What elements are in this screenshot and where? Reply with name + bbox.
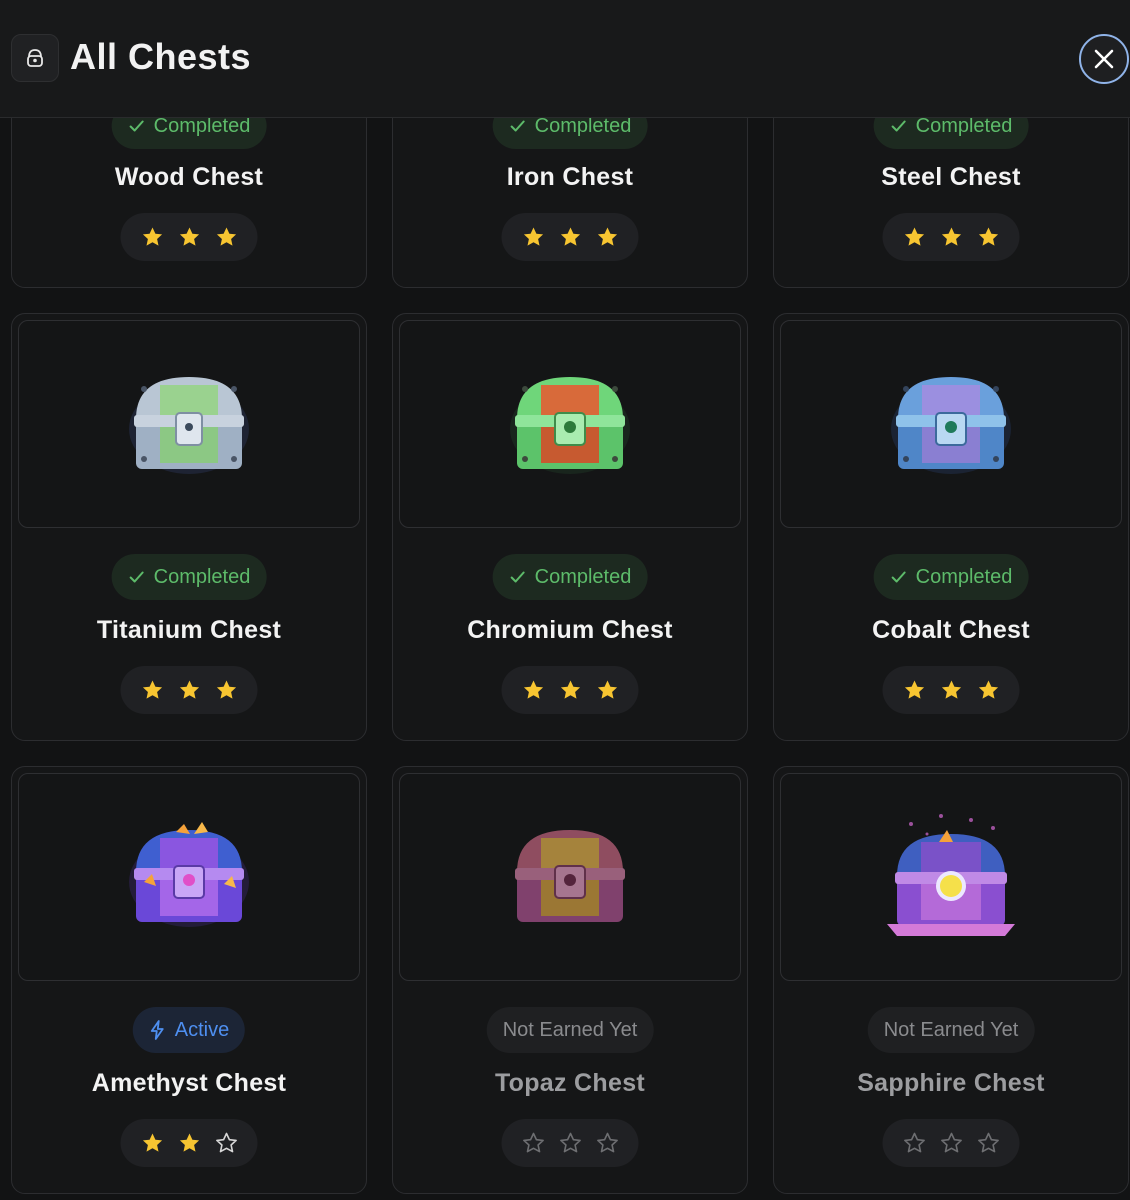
star-filled-icon bbox=[597, 680, 617, 699]
star-filled-icon bbox=[523, 227, 543, 246]
star-empty-icon bbox=[559, 1132, 581, 1153]
chest-card-chromium[interactable]: Completed Chromium Chest bbox=[392, 313, 748, 741]
star-empty-icon bbox=[596, 1132, 618, 1153]
star-rating bbox=[120, 213, 258, 261]
close-button[interactable] bbox=[1079, 34, 1129, 84]
status-label: Completed bbox=[534, 565, 632, 588]
cobalt-chest-icon bbox=[891, 377, 1011, 474]
star-empty-icon bbox=[940, 1132, 962, 1153]
star-filled-icon bbox=[597, 227, 617, 246]
chest-image bbox=[780, 773, 1122, 981]
star-rating bbox=[120, 1119, 258, 1167]
star-filled-icon bbox=[978, 680, 998, 699]
star-filled-icon bbox=[216, 227, 236, 246]
star-filled-icon bbox=[142, 227, 162, 246]
status-badge: Not Earned Yet bbox=[486, 1007, 654, 1053]
status-label: Completed bbox=[153, 565, 251, 588]
star-filled-icon bbox=[142, 680, 162, 699]
chest-image bbox=[399, 320, 741, 528]
chest-card-topaz[interactable]: Not Earned Yet Topaz Chest bbox=[392, 766, 748, 1194]
page-title: All Chests bbox=[70, 36, 252, 77]
status-label: Not Earned Yet bbox=[883, 1018, 1019, 1041]
lightning-icon bbox=[150, 1020, 164, 1040]
star-rating bbox=[882, 213, 1020, 261]
chest-image bbox=[780, 320, 1122, 528]
star-filled-icon bbox=[560, 227, 580, 246]
status-label: Completed bbox=[915, 565, 1013, 588]
star-filled-icon bbox=[904, 680, 924, 699]
status-badge: Completed bbox=[492, 554, 648, 600]
chest-image bbox=[18, 773, 360, 981]
chest-image bbox=[399, 773, 741, 981]
chest-name: Cobalt Chest bbox=[872, 616, 1030, 644]
star-rating bbox=[501, 666, 639, 714]
status-label: Active bbox=[174, 1018, 230, 1041]
star-filled-icon bbox=[560, 680, 580, 699]
chest-name: Amethyst Chest bbox=[91, 1069, 287, 1097]
star-filled-icon bbox=[179, 227, 199, 246]
check-icon bbox=[129, 120, 144, 132]
chest-name: Titanium Chest bbox=[96, 616, 282, 644]
star-empty-icon bbox=[977, 1132, 999, 1153]
chest-card-amethyst[interactable]: Active Amethyst Chest bbox=[11, 766, 367, 1194]
status-label: Not Earned Yet bbox=[502, 1018, 638, 1041]
chest-card-titanium[interactable]: Completed Titanium Chest bbox=[11, 313, 367, 741]
check-icon bbox=[891, 571, 906, 583]
chest-name: Sapphire Chest bbox=[857, 1069, 1045, 1097]
chest-card-sapphire[interactable]: Not Earned Yet Sapphire Chest bbox=[773, 766, 1129, 1194]
close-icon bbox=[1094, 49, 1114, 69]
star-filled-icon bbox=[179, 680, 199, 699]
topaz-chest-icon bbox=[515, 830, 625, 922]
star-rating bbox=[882, 1119, 1020, 1167]
chest-name: Steel Chest bbox=[881, 163, 1021, 191]
star-rating bbox=[120, 666, 258, 714]
chest-name: Wood Chest bbox=[114, 163, 264, 191]
star-filled-icon bbox=[523, 680, 543, 699]
chest-name: Topaz Chest bbox=[494, 1069, 646, 1097]
chest-card-cobalt[interactable]: Completed Cobalt Chest bbox=[773, 313, 1129, 741]
modal-header: All Chests bbox=[0, 0, 1130, 118]
star-empty-icon bbox=[215, 1132, 237, 1153]
sapphire-chest-icon bbox=[887, 814, 1015, 936]
star-filled-icon bbox=[941, 227, 961, 246]
chest-image bbox=[18, 320, 360, 528]
star-filled-icon bbox=[904, 227, 924, 246]
status-badge: Completed bbox=[873, 554, 1029, 600]
check-icon bbox=[891, 120, 906, 132]
star-filled-icon bbox=[941, 680, 961, 699]
star-empty-icon bbox=[522, 1132, 544, 1153]
star-rating bbox=[882, 666, 1020, 714]
amethyst-chest-icon bbox=[129, 822, 249, 927]
status-badge: Not Earned Yet bbox=[867, 1007, 1035, 1053]
star-filled-icon bbox=[978, 227, 998, 246]
chest-icon bbox=[11, 34, 59, 82]
chromium-chest-icon bbox=[510, 377, 630, 474]
star-filled-icon bbox=[216, 680, 236, 699]
chest-grid: Completed Wood Chest Completed Iron Ches… bbox=[0, 0, 1130, 1200]
check-icon bbox=[510, 571, 525, 583]
chest-name: Iron Chest bbox=[506, 163, 634, 191]
status-badge: Active bbox=[132, 1007, 246, 1053]
star-rating bbox=[501, 213, 639, 261]
star-empty-icon bbox=[903, 1132, 925, 1153]
check-icon bbox=[129, 571, 144, 583]
chest-name: Chromium Chest bbox=[467, 616, 673, 644]
status-badge: Completed bbox=[111, 554, 267, 600]
check-icon bbox=[510, 120, 525, 132]
star-filled-icon bbox=[142, 1133, 162, 1152]
star-filled-icon bbox=[179, 1133, 199, 1152]
titanium-chest-icon bbox=[129, 377, 249, 474]
star-rating bbox=[501, 1119, 639, 1167]
